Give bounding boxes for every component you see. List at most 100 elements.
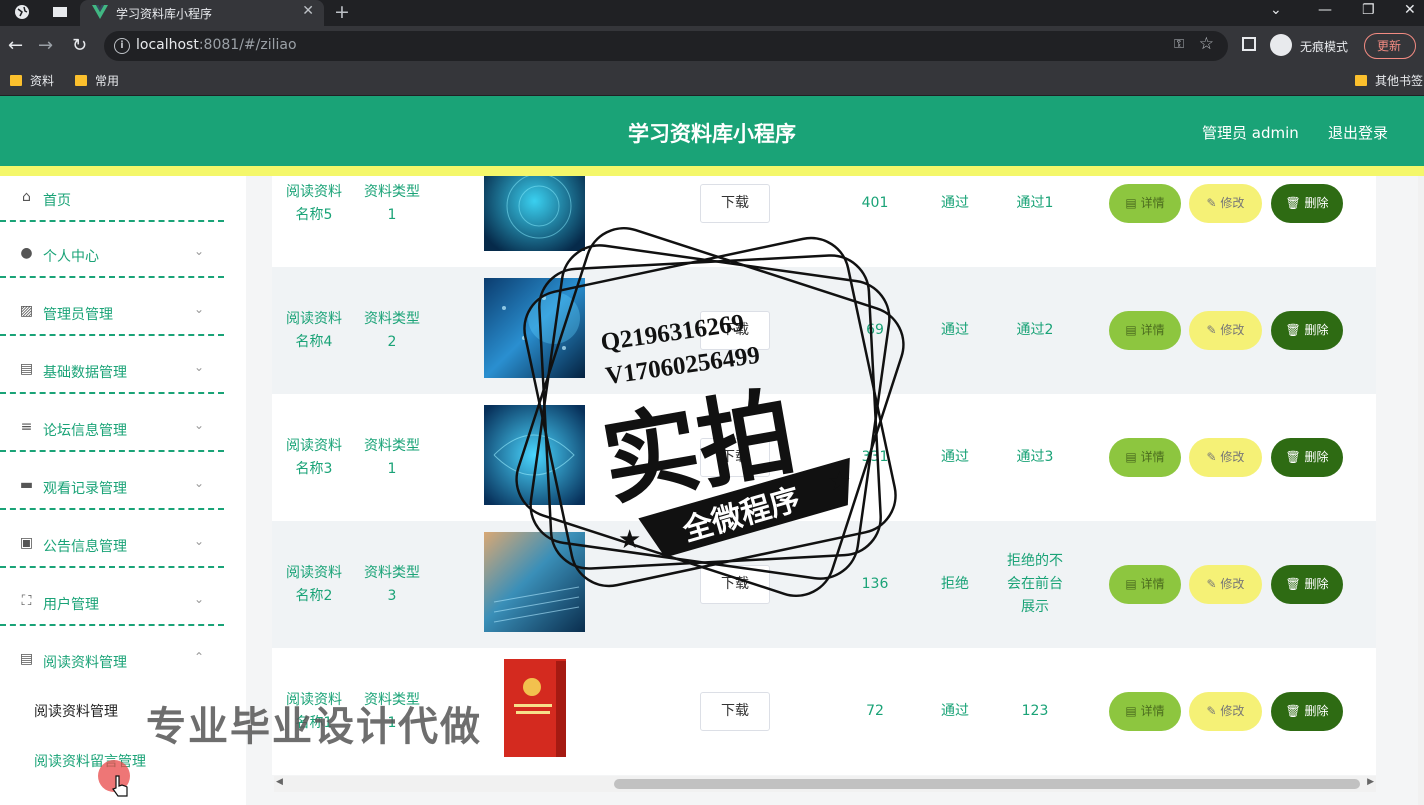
sidebar-item-personal-center[interactable]: ● 个人中心 ⌄ xyxy=(0,232,224,278)
detail-button[interactable]: ▤ 详情 xyxy=(1109,692,1181,731)
sidebar-item-watch-records[interactable]: ▬ 观看记录管理 ⌄ xyxy=(0,464,224,510)
download-button[interactable]: 下载 xyxy=(700,184,770,223)
globe-icon[interactable] xyxy=(14,4,30,20)
message-icon: ▤ xyxy=(19,361,34,377)
delete-button[interactable]: 🗑 删除 xyxy=(1271,565,1343,604)
delete-button[interactable]: 🗑 删除 xyxy=(1271,184,1343,223)
scrollbar-thumb[interactable] xyxy=(614,779,1360,789)
edit-button[interactable]: ✎ 修改 xyxy=(1189,184,1262,223)
table-row: 阅读资料 名称5 资料类型 1 下载 401 通过 通过1 ▤ 详情 ✎ 修改 🗑 … xyxy=(272,176,1376,267)
sidebar-item-label: 管理员管理 xyxy=(43,307,113,323)
incognito-label: 无痕模式 xyxy=(1300,40,1349,54)
sidebar-item-label: 观看记录管理 xyxy=(43,481,127,497)
detail-button[interactable]: ▤ 详情 xyxy=(1109,438,1181,477)
chevron-down-icon: ⌄ xyxy=(194,534,205,548)
sidebar-item-home[interactable]: ⌂ 首页 xyxy=(0,176,224,222)
briefcase-icon: ▬ xyxy=(19,477,34,493)
bookmark-folder-changyong[interactable]: 常用 xyxy=(75,72,119,89)
detail-button[interactable]: ▤ 详情 xyxy=(1109,311,1181,350)
chevron-down-icon: ⌄ xyxy=(194,360,205,374)
update-button[interactable]: 更新 xyxy=(1364,33,1416,59)
bookmark-folder-ziliao[interactable]: 资料 xyxy=(10,72,54,89)
sidebar-item-base-data[interactable]: ▤ 基础数据管理 ⌄ xyxy=(0,348,224,394)
edit-button[interactable]: ✎ 修改 xyxy=(1189,692,1262,731)
status-cell: 通过 xyxy=(941,322,969,338)
logout-link[interactable]: 退出登录 xyxy=(1328,122,1388,143)
sidebar-item-reading-materials[interactable]: ▤ 阅读资料管理 ⌃ xyxy=(0,638,224,684)
type-cell: 资料类型 1 xyxy=(364,438,420,477)
user-icon: ● xyxy=(20,245,33,261)
name-cell: 阅读资料 名称2 xyxy=(286,565,342,604)
fullscreen-icon: ⛶ xyxy=(21,593,32,609)
count-cell: 72 xyxy=(866,703,884,719)
delete-button[interactable]: 🗑 删除 xyxy=(1271,311,1343,350)
cover-image[interactable] xyxy=(484,278,585,378)
table-row: 阅读资料 名称3 资料类型 1 下载 331 通过 通过3 ▤ 详情 ✎ 修改 🗑 … xyxy=(272,394,1376,521)
name-cell: 阅读资料 名称5 xyxy=(286,184,342,223)
sidebar-item-announcements[interactable]: ▣ 公告信息管理 ⌄ xyxy=(0,522,224,568)
browser-tab[interactable]: 学习资料库小程序 ✕ xyxy=(80,0,324,26)
edit-button[interactable]: ✎ 修改 xyxy=(1189,565,1262,604)
cover-image[interactable] xyxy=(484,176,585,251)
close-tab-icon[interactable]: ✕ xyxy=(302,3,314,19)
header-accent-bar xyxy=(0,166,1424,176)
folder-icon xyxy=(75,75,87,86)
type-cell: 资料类型 1 xyxy=(364,184,420,223)
download-button[interactable]: 下载 xyxy=(700,438,770,477)
submenu-reading-comments[interactable]: 阅读资料留言管理 xyxy=(34,751,146,771)
reply-cell: 通过2 xyxy=(1016,322,1054,338)
submenu-reading-materials[interactable]: 阅读资料管理 xyxy=(34,701,118,721)
side-panel-icon[interactable] xyxy=(1242,37,1256,51)
chart-icon: ▨ xyxy=(19,303,34,319)
url-input[interactable]: i localhost:8081/#/ziliao ⚿ ☆ xyxy=(104,31,1228,61)
sidebar-item-admin-management[interactable]: ▨ 管理员管理 ⌄ xyxy=(0,290,224,336)
edit-button[interactable]: ✎ 修改 xyxy=(1189,311,1262,350)
type-cell: 资料类型 2 xyxy=(364,311,420,350)
download-button[interactable]: 下载 xyxy=(700,311,770,350)
delete-button[interactable]: 🗑 删除 xyxy=(1271,692,1343,731)
chevron-up-icon: ⌃ xyxy=(194,650,205,664)
browser-tab-bar: 学习资料库小程序 ✕ + ⌄ — ❐ ✕ xyxy=(0,0,1424,26)
count-cell: 331 xyxy=(861,449,889,465)
scroll-right-icon[interactable]: ▶ xyxy=(1367,777,1374,787)
maximize-icon[interactable]: ❐ xyxy=(1362,2,1375,18)
cover-image[interactable] xyxy=(484,532,585,632)
info-icon[interactable]: i xyxy=(114,38,130,54)
reply-cell: 通过3 xyxy=(1016,449,1054,465)
forward-icon[interactable]: → xyxy=(38,35,53,56)
back-icon[interactable]: ← xyxy=(8,35,23,56)
sidebar-item-forum[interactable]: ≡ 论坛信息管理 ⌄ xyxy=(0,406,224,452)
document-icon: ▤ xyxy=(19,651,34,667)
bookmark-star-icon[interactable]: ☆ xyxy=(1199,34,1214,54)
detail-button[interactable]: ▤ 详情 xyxy=(1109,565,1181,604)
sliders-icon: ≡ xyxy=(20,419,33,435)
type-cell: 资料类型 3 xyxy=(364,565,420,604)
sidebar-item-label: 阅读资料管理 xyxy=(43,655,127,671)
reload-icon[interactable]: ↻ xyxy=(72,35,87,56)
delete-button[interactable]: 🗑 删除 xyxy=(1271,438,1343,477)
cover-image[interactable] xyxy=(484,659,585,759)
incognito-icon[interactable] xyxy=(1270,34,1292,56)
horizontal-scrollbar[interactable]: ◀ ▶ xyxy=(274,776,1376,792)
minimize-icon[interactable]: — xyxy=(1318,2,1332,18)
close-window-icon[interactable]: ✕ xyxy=(1404,2,1416,18)
new-tab-icon[interactable]: + xyxy=(334,1,350,23)
reply-cell: 123 xyxy=(1021,703,1049,719)
count-cell: 401 xyxy=(861,195,889,211)
chevron-down-icon[interactable]: ⌄ xyxy=(1270,2,1282,18)
other-bookmarks[interactable]: 其他书签 xyxy=(1355,72,1423,89)
window-icon[interactable] xyxy=(52,4,68,20)
sidebar-item-label: 用户管理 xyxy=(43,597,99,613)
vertical-scrollbar[interactable] xyxy=(1418,176,1424,805)
scroll-left-icon[interactable]: ◀ xyxy=(276,777,283,787)
reply-cell: 通过1 xyxy=(1016,195,1054,211)
table-row: 阅读资料 名称2 资料类型 3 下载 136 拒绝 拒绝的不 会在前台 展示 ▤ 详情 … xyxy=(272,521,1376,648)
download-button[interactable]: 下载 xyxy=(700,692,770,731)
address-bar: ← → ↻ i localhost:8081/#/ziliao ⚿ ☆ 无痕模式… xyxy=(0,26,1424,66)
detail-button[interactable]: ▤ 详情 xyxy=(1109,184,1181,223)
download-button[interactable]: 下载 xyxy=(700,565,770,604)
cover-image[interactable] xyxy=(484,405,585,505)
key-icon[interactable]: ⚿ xyxy=(1174,37,1184,52)
sidebar-item-users[interactable]: ⛶ 用户管理 ⌄ xyxy=(0,580,224,626)
edit-button[interactable]: ✎ 修改 xyxy=(1189,438,1262,477)
